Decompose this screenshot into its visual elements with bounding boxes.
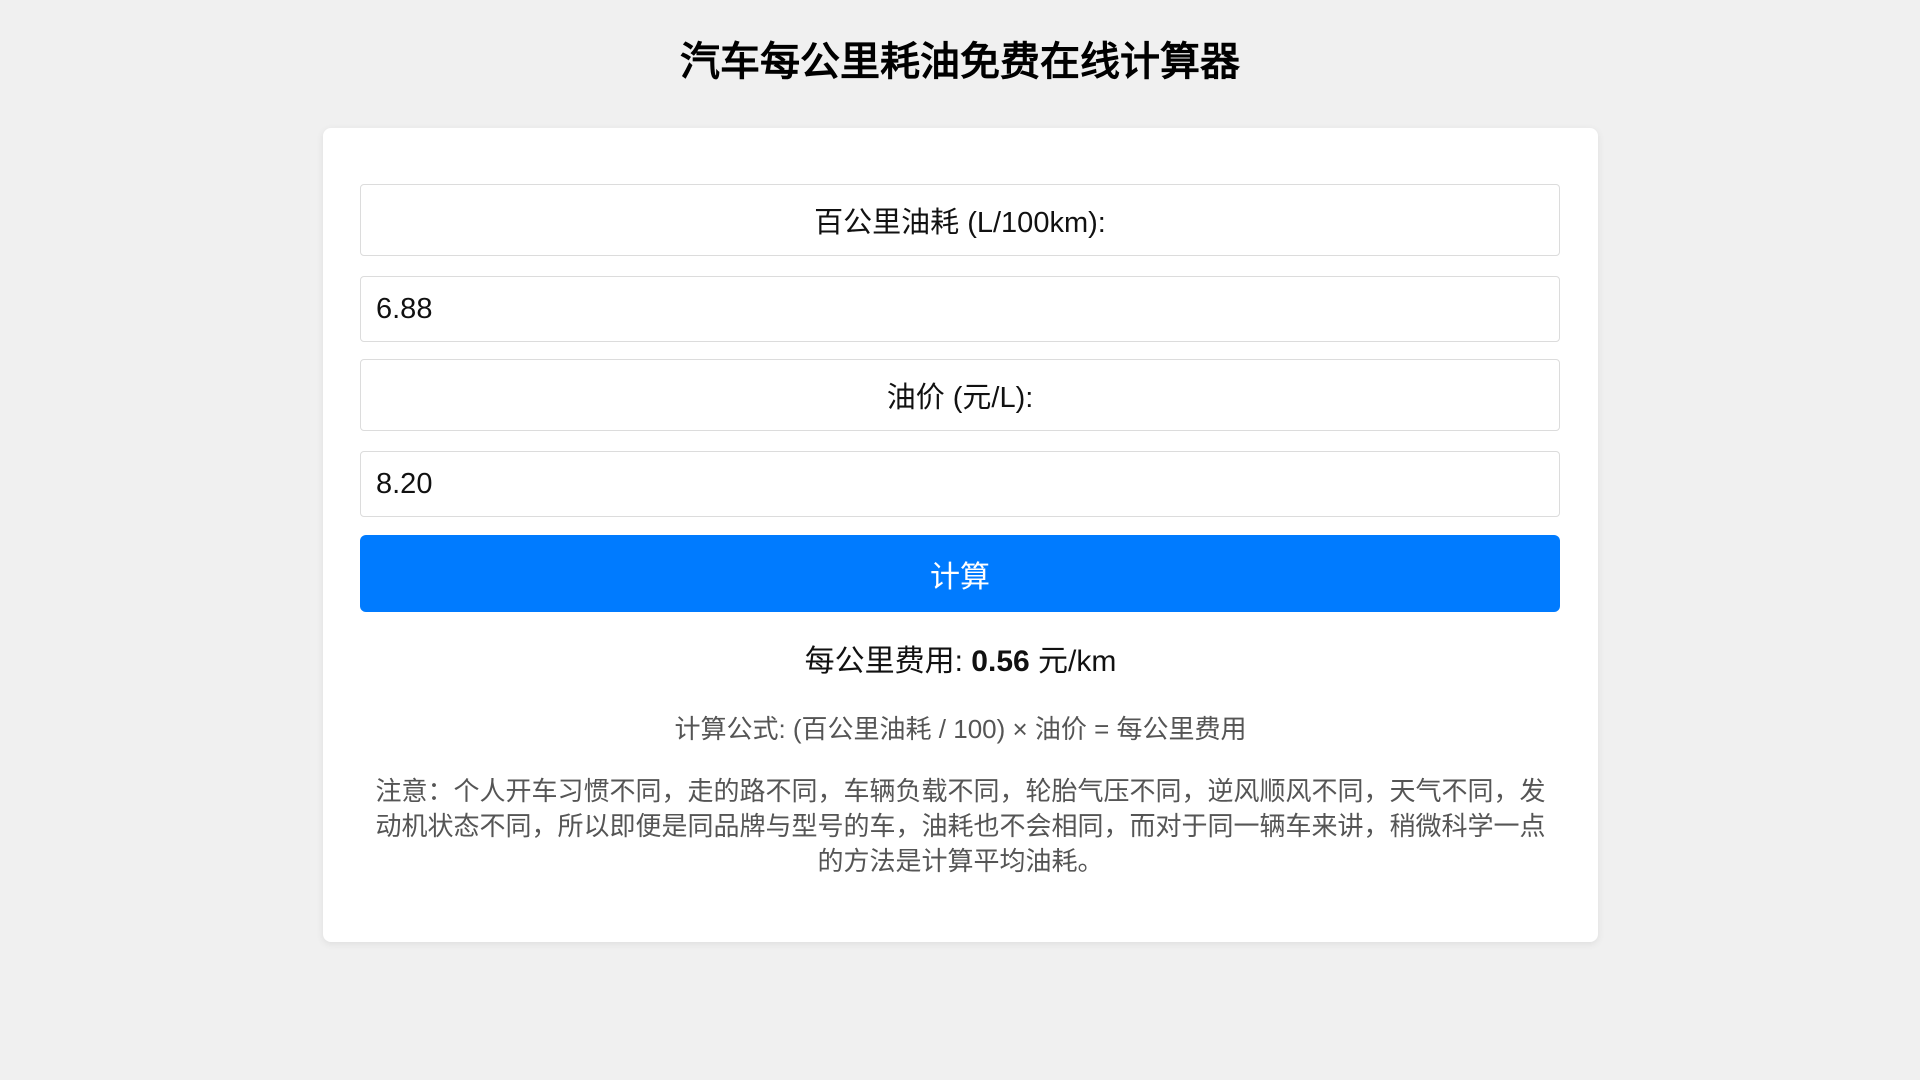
result-text: 每公里费用: 0.56 元/km (323, 642, 1598, 682)
price-input-wrapper (360, 451, 1560, 517)
result-prefix: 每公里费用: (804, 645, 972, 678)
result-value: 0.56 (971, 645, 1030, 678)
page-title: 汽车每公里耗油免费在线计算器 (680, 40, 1240, 84)
formula-text: 计算公式: (百公里油耗 / 100) × 油价 = 每公里费用 (674, 714, 1247, 744)
consumption-label: 百公里油耗 (L/100km): (360, 184, 1560, 256)
price-label: 油价 (元/L): (360, 359, 1560, 431)
result-unit: 元/km (1029, 645, 1117, 678)
page: 汽车每公里耗油免费在线计算器 百公里油耗 (L/100km): 油价 (元/L)… (0, 0, 1920, 1080)
calculate-button[interactable]: 计算 (360, 535, 1560, 612)
note-text: 注意：个人开车习惯不同，走的路不同，车辆负载不同，轮胎气压不同，逆风顺风不同，天… (375, 776, 1546, 876)
price-input[interactable] (376, 467, 1544, 501)
consumption-input[interactable] (376, 292, 1544, 326)
calculator-card: 百公里油耗 (L/100km): 油价 (元/L): 计算 每公里费用: 0.5… (323, 128, 1598, 942)
consumption-input-wrapper (360, 276, 1560, 342)
